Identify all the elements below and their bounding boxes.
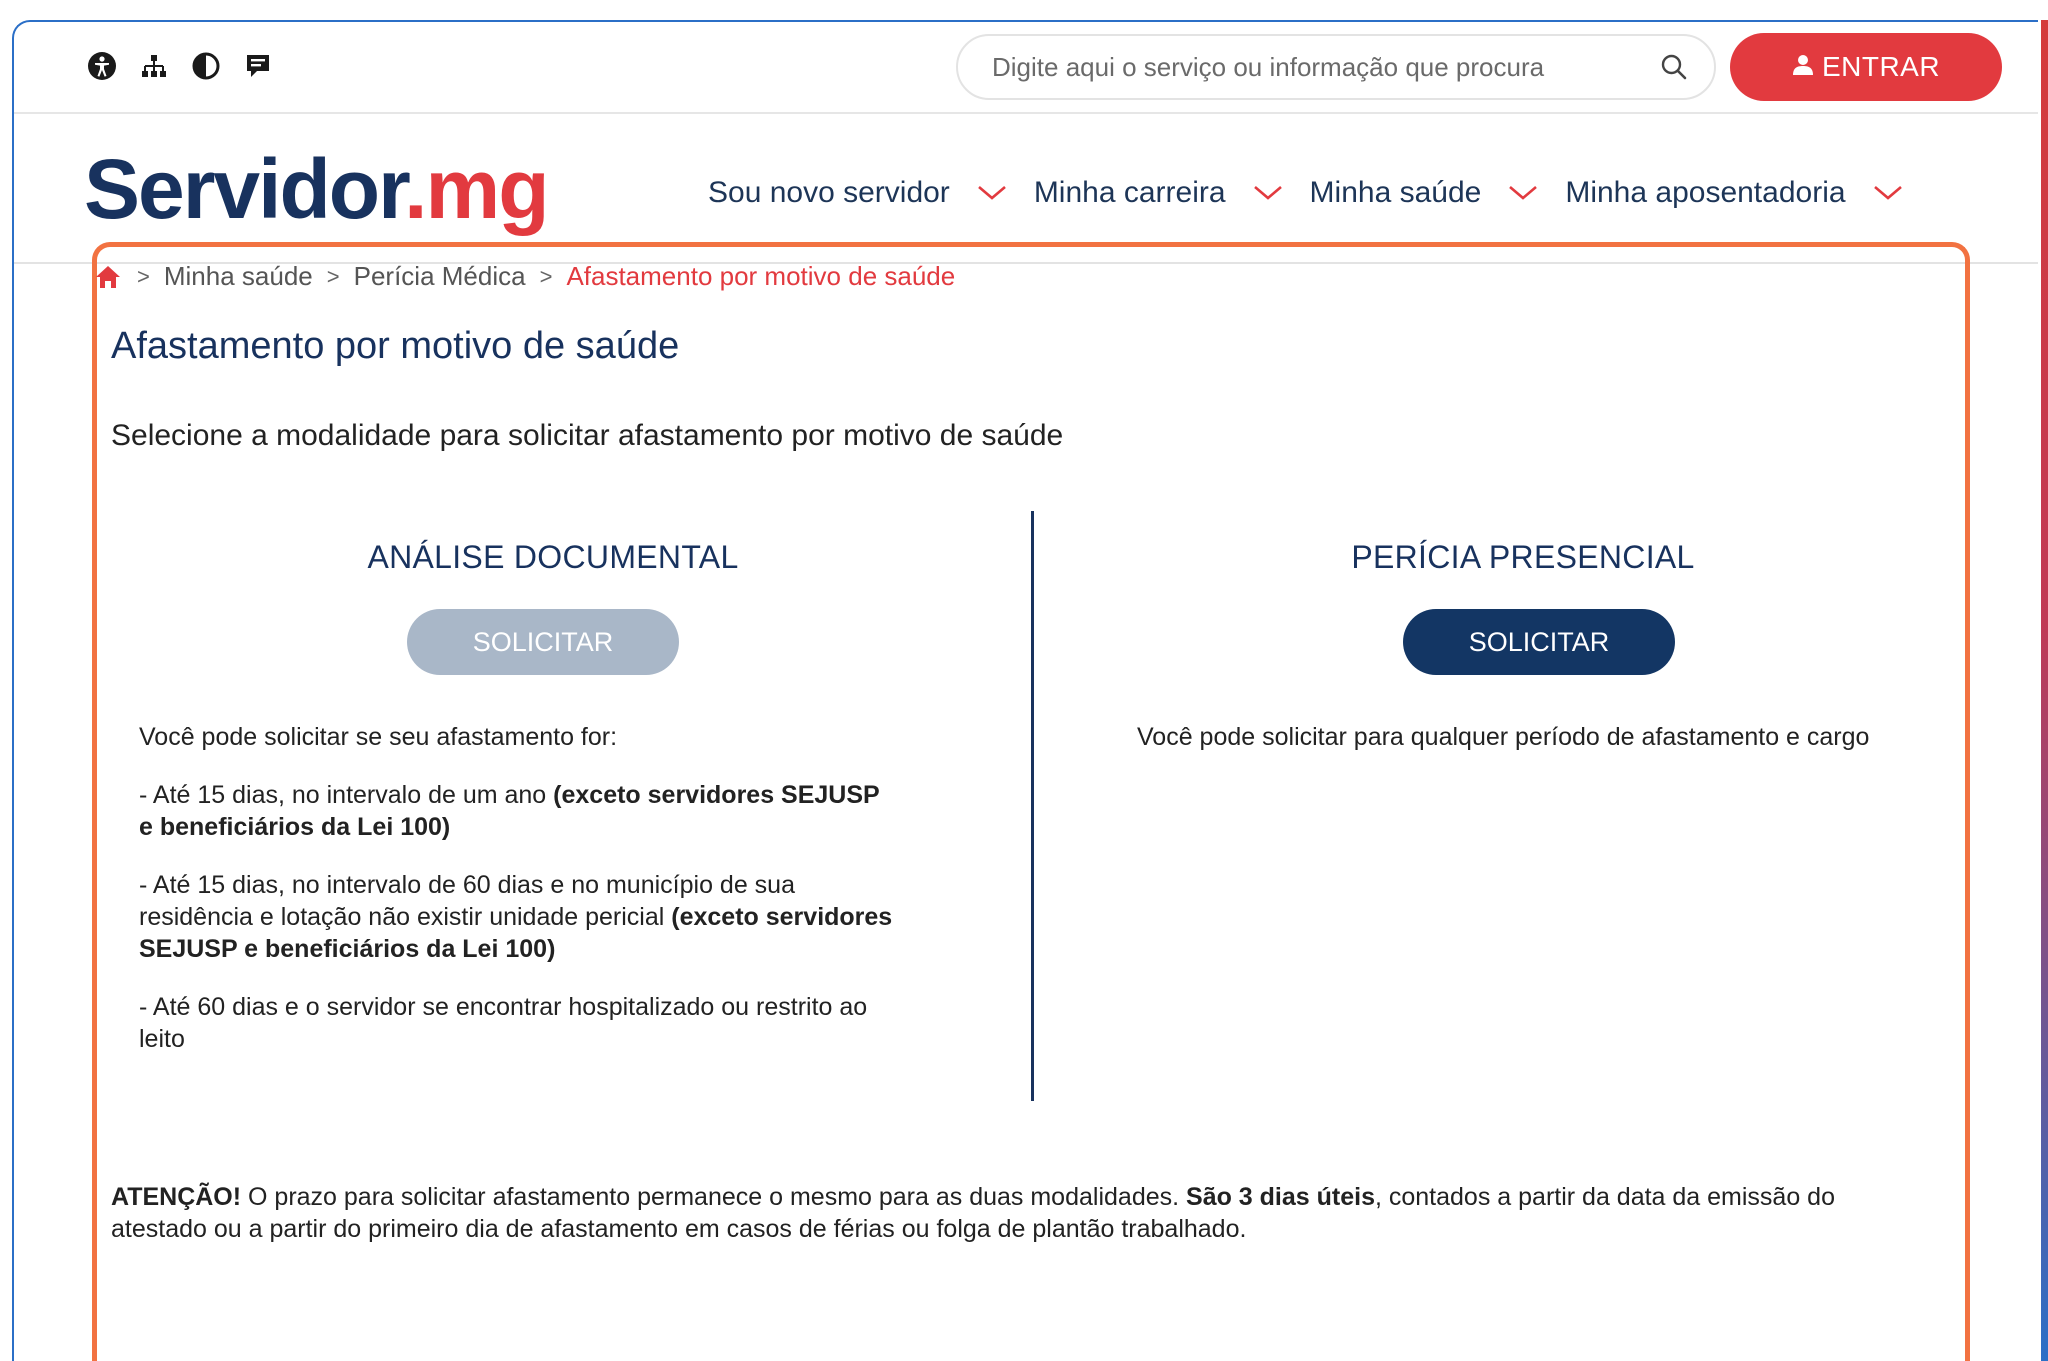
nav-item-minha-saude[interactable]: Minha saúde (1310, 176, 1540, 210)
rule-text: - Até 15 dias, no intervalo de um ano (139, 781, 554, 809)
solicitar-pericia-presencial-button[interactable]: SOLICITAR (1403, 609, 1675, 675)
search-icon[interactable] (1658, 51, 1690, 83)
breadcrumb-separator: > (539, 263, 553, 289)
search-input[interactable] (992, 51, 1658, 83)
nav-item-label: Minha carreira (1033, 176, 1226, 209)
breadcrumb-separator: > (326, 263, 340, 289)
home-icon[interactable] (93, 262, 123, 292)
attention-deadline: São 3 dias úteis (1186, 1183, 1375, 1211)
nav-item-label: Minha aposentadoria (1565, 176, 1846, 209)
breadcrumb-link[interactable]: Perícia Médica (354, 261, 526, 292)
accessibility-toolbar (86, 50, 274, 82)
rule-exception: SEJUSP e beneficiários da Lei 100) (139, 935, 556, 963)
pericia-presencial-title: PERÍCIA PRESENCIAL (1351, 539, 1695, 575)
nav-item-label: Sou novo servidor (708, 176, 950, 209)
breadcrumb: > Minha saúde > Perícia Médica > Afastam… (96, 261, 956, 292)
page-subtitle: Selecione a modalidade para solicitar af… (111, 419, 1064, 452)
chevron-down-icon (976, 183, 1008, 203)
top-bar: ENTRAR (14, 22, 2048, 114)
rule-item: - Até 15 dias, no intervalo de 60 dias e… (139, 869, 899, 965)
analise-documental-rules: Você pode solicitar se seu afastamento f… (139, 721, 899, 1081)
nav-item-minha-aposentadoria[interactable]: Minha aposentadoria (1565, 176, 1903, 210)
logo-dot: . (404, 142, 427, 236)
feedback-icon[interactable] (242, 50, 274, 82)
page-title: Afastamento por motivo de saúde (111, 325, 680, 367)
chevron-down-icon (1872, 183, 1904, 203)
attention-text: O prazo para solicitar afastamento perma… (241, 1183, 1187, 1211)
user-icon (1792, 51, 1814, 83)
contrast-icon[interactable] (190, 50, 222, 82)
accessibility-icon[interactable] (86, 50, 118, 82)
sitemap-icon[interactable] (138, 50, 170, 82)
servidor-mg-logo[interactable]: Servidor.mg (84, 142, 550, 236)
breadcrumb-link[interactable]: Minha saúde (164, 261, 313, 292)
nav-item-novo-servidor[interactable]: Sou novo servidor (708, 176, 1008, 210)
login-button[interactable]: ENTRAR (1730, 33, 2002, 101)
logo-text-mg: mg (425, 142, 550, 236)
attention-notice: ATENÇÃO! O prazo para solicitar afastame… (111, 1181, 1911, 1245)
rule-item: - Até 60 dias e o servidor se encontrar … (139, 993, 868, 1053)
chevron-down-icon (1252, 183, 1284, 203)
login-label: ENTRAR (1821, 51, 1941, 82)
main-menu: Sou novo servidor Minha carreira Minha s… (708, 176, 1930, 210)
window-edge-accent (2038, 20, 2048, 1361)
rule-item: - Até 15 dias, no intervalo de um ano (e… (139, 779, 899, 843)
logo-text-servidor: Servidor (84, 142, 406, 236)
rules-intro: Você pode solicitar se seu afastamento f… (139, 723, 618, 751)
breadcrumb-separator: > (137, 263, 150, 289)
breadcrumb-current: Afastamento por motivo de saúde (566, 261, 956, 291)
nav-item-label: Minha saúde (1309, 176, 1482, 209)
pericia-presencial-description: Você pode solicitar para qualquer períod… (1137, 723, 1870, 751)
solicitar-analise-documental-button[interactable]: SOLICITAR (407, 609, 679, 675)
rule-exception: (exceto servidores (671, 903, 893, 931)
column-divider (1031, 511, 1034, 1101)
highlighted-content-area: > Minha saúde > Perícia Médica > Afastam… (92, 242, 1970, 1361)
attention-label: ATENÇÃO! (111, 1183, 242, 1211)
browser-frame: ENTRAR Servidor.mg Sou novo servidor Min… (12, 20, 2048, 1361)
analise-documental-title: ANÁLISE DOCUMENTAL (367, 539, 739, 575)
search-bar (956, 34, 1716, 100)
nav-item-minha-carreira[interactable]: Minha carreira (1034, 176, 1284, 210)
chevron-down-icon (1507, 183, 1539, 203)
